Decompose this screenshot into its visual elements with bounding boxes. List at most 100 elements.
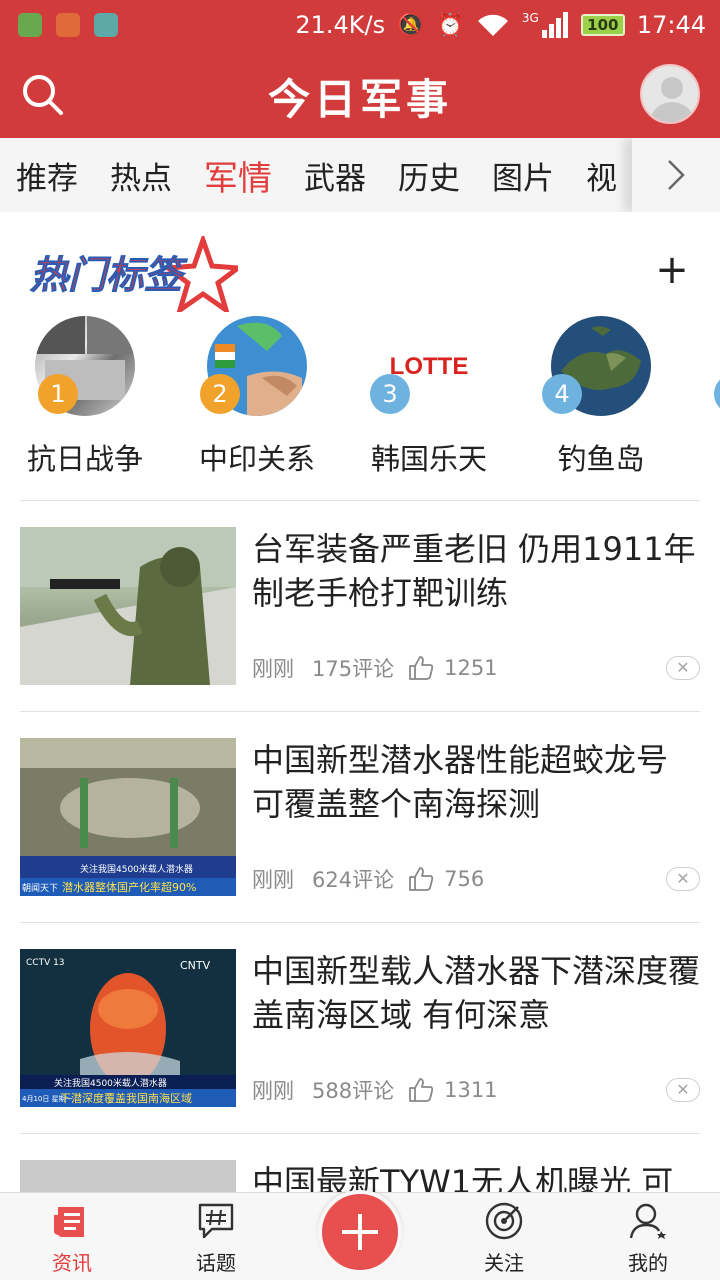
news-time: 刚刚 xyxy=(252,657,294,681)
news-comment-count: 588评论 xyxy=(312,1079,395,1103)
news-item[interactable]: 关注我国4500米载人潜水器 朝闻天下 潜水器整体国产化率超90% 中国新型潜水… xyxy=(0,722,720,932)
news-thumb-caption-top: 关注我国4500米载人潜水器 xyxy=(80,863,193,875)
dismiss-button[interactable]: ✕ xyxy=(666,1078,700,1102)
hot-tags-title: 热门标签 xyxy=(30,236,238,312)
android-notification-icon xyxy=(94,13,118,37)
news-comment-count: 175评论 xyxy=(312,657,395,681)
news-photo-icon: 关注我国4500米载人潜水器 朝闻天下 潜水器整体国产化率超90% xyxy=(20,738,236,896)
chevron-right-icon xyxy=(668,160,685,190)
news-like-count: 1251 xyxy=(444,656,498,680)
hot-tag[interactable]: 4 钓鱼岛 xyxy=(526,316,676,478)
thumbs-up-icon[interactable] xyxy=(408,866,434,892)
dismiss-button[interactable]: ✕ xyxy=(666,656,700,680)
add-tag-button[interactable]: + xyxy=(654,250,690,290)
divider xyxy=(20,711,700,712)
news-thumb-tag: 朝闻天下 xyxy=(22,883,58,894)
hot-tag[interactable]: 1 抗日战争 xyxy=(10,316,160,478)
news-thumb-logo: CCTV 13 xyxy=(26,958,65,968)
battery-level: 100 xyxy=(587,16,619,34)
nav-topic[interactable]: 话题 xyxy=(156,1193,276,1280)
news-item[interactable]: CCTV 13 CNTV 关注我国4500米载人潜水器 4月10日 星期一 下潜… xyxy=(0,933,720,1143)
news-photo-icon: CCTV 13 CNTV 关注我国4500米载人潜水器 4月10日 星期一 下潜… xyxy=(20,949,236,1107)
thumbs-up-icon[interactable] xyxy=(408,1077,434,1103)
divider xyxy=(20,922,700,923)
wifi-icon xyxy=(477,14,508,36)
tag-label: 抗日战争 xyxy=(26,442,143,476)
battery-icon: 100 xyxy=(580,14,625,36)
tab-history[interactable]: 历史 xyxy=(398,153,460,198)
thumbs-up-icon[interactable] xyxy=(408,655,434,681)
mute-icon: 🔕 xyxy=(397,12,425,38)
tag-rank-badge: 2 xyxy=(200,374,240,414)
news-meta: 刚刚 175评论 1251 xyxy=(252,653,498,683)
app-title: 今日军事 xyxy=(267,75,452,124)
news-thumbnail: 关注我国4500米载人潜水器 朝闻天下 潜水器整体国产化率超90% xyxy=(20,738,236,896)
news-title: 中国最新TYW1无人机曝光 可 xyxy=(252,1163,674,1192)
more-tabs-button[interactable] xyxy=(632,138,720,212)
hot-tags-title-text: 热门标签 xyxy=(30,253,188,297)
tab-hot[interactable]: 热点 xyxy=(110,153,172,198)
hot-tag[interactable]: 2 中印关系 xyxy=(182,316,332,478)
topic-icon xyxy=(198,1203,234,1239)
news-icon xyxy=(54,1207,84,1237)
plus-icon xyxy=(342,1214,378,1250)
follow-icon xyxy=(485,1202,523,1240)
tab-recommend[interactable]: 推荐 xyxy=(16,153,78,198)
app-header: 今日军事 xyxy=(0,50,720,138)
nav-label: 话题 xyxy=(196,1251,236,1275)
app-notification-icon xyxy=(18,13,42,37)
news-thumb-caption-top: 关注我国4500米载人潜水器 xyxy=(54,1077,167,1089)
nav-news[interactable]: 资讯 xyxy=(12,1193,132,1280)
news-photo-icon xyxy=(20,527,236,685)
news-title: 中国新型载人潜水器下潜深度覆盖南海区域 有何深意 xyxy=(252,952,701,1034)
notification-icons xyxy=(0,13,118,37)
tab-military-news[interactable]: 军情 xyxy=(204,151,272,200)
tag-logo-text: LOTTE xyxy=(390,353,469,380)
nav-label: 关注 xyxy=(484,1251,524,1275)
network-type: 3G xyxy=(521,11,539,25)
nav-label: 我的 xyxy=(628,1251,668,1275)
net-speed: 21.4K/s xyxy=(295,11,386,39)
news-title: 中国新型潜水器性能超蛟龙号 可覆盖整个南海探测 xyxy=(252,741,669,823)
divider xyxy=(20,500,700,501)
news-comment-count: 624评论 xyxy=(312,868,395,892)
tab-weapons[interactable]: 武器 xyxy=(304,153,366,198)
tag-rank-badge: 1 xyxy=(38,374,78,414)
nav-profile[interactable]: 我的 xyxy=(588,1193,708,1280)
app-notification-icon xyxy=(56,13,80,37)
news-meta: 刚刚 624评论 756 xyxy=(252,864,484,894)
news-time: 刚刚 xyxy=(252,1079,294,1103)
news-thumb-caption-bottom: 潜水器整体国产化率超90% xyxy=(62,880,196,894)
clock: 17:44 xyxy=(636,11,706,39)
nav-follow[interactable]: 关注 xyxy=(444,1193,564,1280)
news-like-count: 756 xyxy=(444,867,485,891)
news-thumb-caption-bottom: 下潜深度覆盖我国南海区域 xyxy=(60,1091,192,1105)
news-meta: 刚刚 588评论 1311 xyxy=(252,1075,498,1105)
news-like-count: 1311 xyxy=(444,1078,498,1102)
status-bar: 21.4K/s 🔕 ⏰ 3G 100 17:44 xyxy=(0,0,720,50)
tag-label: 钓鱼岛 xyxy=(557,442,645,476)
tag-label: 中印关系 xyxy=(198,442,315,476)
news-thumbnail xyxy=(20,527,236,685)
news-thumbnail xyxy=(20,1160,236,1192)
profile-icon xyxy=(629,1203,666,1239)
signal-icon xyxy=(541,12,568,38)
news-item[interactable]: 台军装备严重老旧 仍用1911年制老手枪打靶训练 刚刚 175评论 1251 ✕ xyxy=(0,511,720,721)
hot-tags-list: 1 抗日战争 2 中印关系 LOTTE 3 韩国乐天 4 钓鱼岛 xyxy=(0,316,720,486)
alarm-icon: ⏰ xyxy=(436,12,464,38)
tag-rank-badge xyxy=(714,374,720,414)
tag-label: 韩国乐天 xyxy=(370,442,487,476)
news-title: 台军装备严重老旧 仍用1911年制老手枪打靶训练 xyxy=(252,530,696,612)
news-item[interactable]: 中国最新TYW1无人机曝光 可 xyxy=(0,1144,720,1192)
hot-tag[interactable]: LOTTE 3 韩国乐天 xyxy=(354,316,504,478)
tab-video[interactable]: 视 xyxy=(586,153,617,198)
category-tabs: 推荐 热点 军情 武器 历史 图片 视 xyxy=(0,138,720,212)
tab-pictures[interactable]: 图片 xyxy=(492,153,554,198)
user-avatar[interactable] xyxy=(640,64,700,124)
tag-rank-badge: 3 xyxy=(370,374,410,414)
news-thumbnail: CCTV 13 CNTV 关注我国4500米载人潜水器 4月10日 星期一 下潜… xyxy=(20,949,236,1107)
compose-button[interactable] xyxy=(318,1190,402,1274)
news-thumb-logo2: CNTV xyxy=(180,959,211,972)
dismiss-button[interactable]: ✕ xyxy=(666,867,700,891)
news-time: 刚刚 xyxy=(252,868,294,892)
